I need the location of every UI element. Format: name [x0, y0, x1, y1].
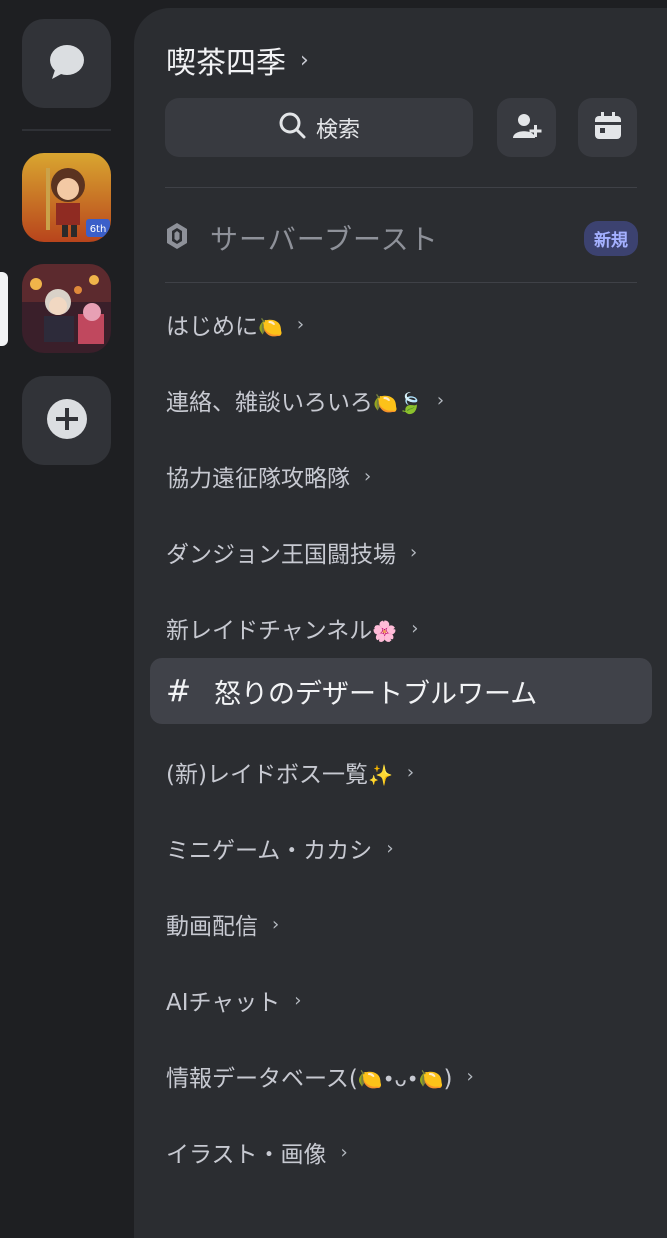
server-rail: 6th: [0, 0, 134, 1200]
selected-server-indicator: [0, 272, 8, 346]
cherry-blossom-emoji: 🌸: [372, 619, 398, 643]
category-dungeon[interactable]: ダンジョン王国闘技場 ›: [166, 532, 417, 572]
search-button[interactable]: 検索: [165, 98, 473, 157]
chevron-right-icon: ›: [410, 541, 418, 563]
category-kyouryoku[interactable]: 協力遠征隊攻略隊 ›: [166, 456, 371, 496]
text-channel-hash-icon: #: [166, 673, 192, 709]
svg-text:6th: 6th: [90, 224, 107, 235]
category-label: 情報データベース(: [166, 1066, 358, 1092]
server-icon-game-1[interactable]: 6th: [22, 153, 111, 242]
category-new-raid[interactable]: 新レイドチャンネル🌸 ›: [166, 608, 418, 648]
channel-name: 怒りのデザートブルワーム: [214, 678, 538, 710]
events-button[interactable]: [578, 98, 637, 157]
category-info-database[interactable]: 情報データベース(🍋•ᴗ•🍋) ›: [166, 1056, 474, 1096]
chevron-right-icon: ›: [296, 313, 305, 335]
category-label: 連絡、雑談いろいろ: [166, 390, 373, 416]
chevron-right-icon: ›: [364, 465, 372, 487]
category-label: AIチャット: [166, 990, 281, 1016]
server-title[interactable]: 喫茶四季 ›: [166, 38, 309, 82]
boost-label: サーバーブースト: [210, 223, 439, 256]
lemon-face-emoji: 🍋•ᴗ•🍋: [357, 1067, 444, 1091]
chevron-right-icon: ›: [436, 389, 445, 411]
boost-divider: [165, 282, 637, 283]
chevron-right-icon: ›: [272, 913, 280, 935]
category-ai-chat[interactable]: AIチャット ›: [166, 980, 302, 1020]
header-divider: [165, 187, 637, 188]
chat-bubble-icon: [46, 42, 88, 86]
boost-gem-icon: [166, 222, 188, 254]
category-illust-images[interactable]: イラスト・画像 ›: [166, 1132, 348, 1172]
category-label-suffix: ): [443, 1066, 453, 1092]
category-label: ダンジョン王国闘技場: [166, 542, 396, 568]
category-label: ミニゲーム・カカシ: [166, 838, 373, 864]
category-minigame[interactable]: ミニゲーム・カカシ ›: [166, 828, 394, 868]
lemon-leaf-emoji: 🍋🍃: [373, 391, 423, 415]
chevron-right-icon: ›: [340, 1141, 348, 1163]
category-label: 新レイドチャンネル: [166, 618, 373, 644]
server-name: 喫茶四季: [166, 46, 286, 81]
plus-icon: [46, 398, 88, 444]
search-icon: [278, 111, 306, 145]
category-label: はじめに: [166, 314, 258, 340]
chevron-right-icon: ›: [294, 989, 302, 1011]
channel-ikari-no-desert-bullworm[interactable]: # 怒りのデザートブルワーム: [150, 658, 652, 724]
category-hajimeni[interactable]: はじめに🍋 ›: [166, 304, 304, 344]
category-renraku[interactable]: 連絡、雑談いろいろ🍋🍃 ›: [166, 380, 444, 420]
chevron-right-icon: ›: [386, 837, 394, 859]
chevron-right-icon: ›: [300, 47, 309, 73]
server-icon-kissa-shiki[interactable]: [22, 264, 111, 353]
calendar-icon: [593, 111, 623, 145]
category-label: 協力遠征隊攻略隊: [166, 466, 350, 492]
chevron-right-icon: ›: [466, 1065, 474, 1087]
category-label: 動画配信: [166, 914, 258, 940]
category-raid-boss-list[interactable]: (新)レイドボス一覧✨ ›: [166, 752, 414, 792]
channel-panel: 喫茶四季 › 検索 サーバーブースト 新規 はじめに🍋 › 連絡、雑談いろいろ🍋…: [134, 8, 667, 1238]
sparkles-emoji: ✨: [367, 763, 393, 787]
chevron-right-icon: ›: [406, 761, 415, 783]
category-video-stream[interactable]: 動画配信 ›: [166, 904, 279, 944]
add-server-button[interactable]: [22, 376, 111, 465]
server-boost-row[interactable]: サーバーブースト 新規: [166, 213, 638, 263]
rail-divider: [22, 129, 111, 131]
search-label: 検索: [315, 117, 360, 143]
chevron-right-icon: ›: [411, 617, 419, 639]
direct-messages-button[interactable]: [22, 19, 111, 108]
new-badge: 新規: [584, 220, 638, 256]
category-label: イラスト・画像: [166, 1142, 327, 1168]
category-label: (新)レイドボス一覧: [166, 762, 368, 788]
add-user-icon: [511, 111, 543, 145]
invite-members-button[interactable]: [497, 98, 556, 157]
lemon-emoji: 🍋: [258, 315, 283, 339]
